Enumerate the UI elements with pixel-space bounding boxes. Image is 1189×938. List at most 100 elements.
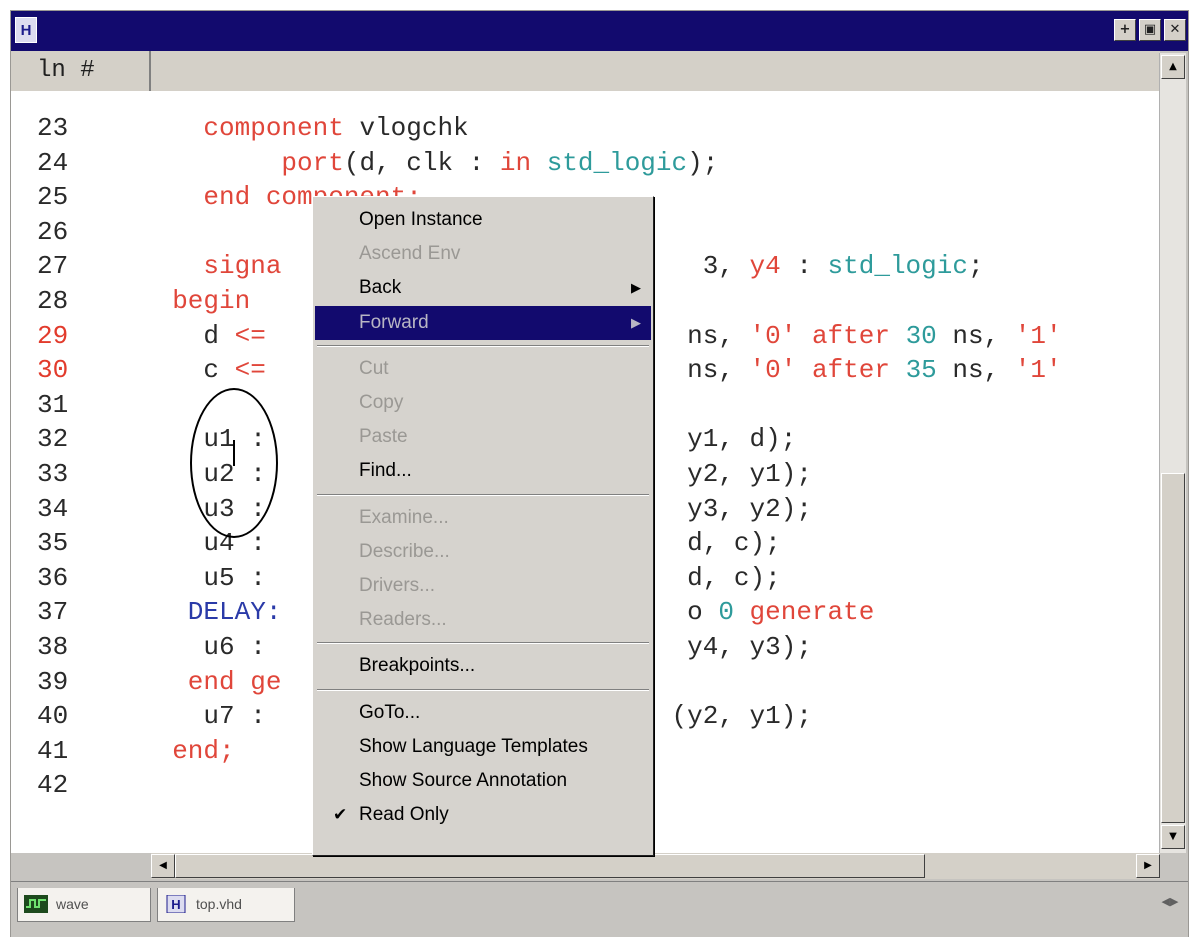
line-number: 42 (37, 770, 69, 801)
menu-separator (317, 688, 649, 691)
menu-separator (317, 642, 649, 645)
menu-item-label: Describe... (359, 540, 450, 562)
menu-item-open-instance[interactable]: Open Instance (315, 203, 651, 237)
code-token: <= (234, 355, 266, 386)
menu-item-cut[interactable]: Cut (315, 352, 651, 386)
code-token: 35 (905, 355, 937, 386)
menu-item-examine[interactable]: Examine... (315, 501, 651, 535)
code-token: end ge (141, 666, 282, 697)
line-number: 38 (37, 632, 69, 662)
code-token: begin (141, 286, 251, 316)
menu-item-label: Show Language Templates (359, 735, 588, 757)
line-number: 41 (37, 735, 69, 766)
close-button[interactable]: ✕ (1164, 19, 1186, 41)
code-token: 0 (718, 597, 734, 628)
code-token: ); (687, 147, 719, 178)
menu-item-label: Show Source Annotation (359, 770, 568, 791)
horizontal-scroll-thumb[interactable] (175, 854, 925, 878)
vertical-scrollbar[interactable]: ▲ ▼ (1159, 53, 1186, 853)
menu-item-label: Readers... (359, 609, 447, 631)
code-token: ns, (936, 355, 1015, 386)
vhdl-file-icon: H (166, 895, 186, 913)
window-tabs: wave H top.vhd ◀▶ (11, 881, 1188, 937)
menu-item-label: Copy (359, 392, 404, 413)
text-cursor (233, 440, 235, 466)
code-text: port(d, clk : in std_logic); (141, 146, 718, 180)
code-line[interactable]: 23 component vlogchk (11, 111, 1160, 145)
code-token: y4 (749, 251, 781, 282)
code-text: end; (141, 734, 234, 768)
menu-item-forward[interactable]: Forward ▶ (315, 305, 651, 340)
menu-item-label: GoTo... (359, 701, 421, 723)
code-token: after (796, 355, 906, 386)
menu-item-label: Ascend Env (359, 243, 461, 265)
code-token: 30 (905, 320, 937, 351)
menu-item-describe[interactable]: Describe... (315, 535, 651, 569)
scroll-left-button[interactable]: ◀ (151, 854, 175, 878)
line-number: 31 (37, 389, 69, 420)
code-token: ; (967, 251, 984, 282)
menu-item-read-only[interactable]: ✔ Read Only (315, 798, 651, 832)
menu-item-label: Read Only (359, 804, 449, 826)
menu-item-copy[interactable]: Copy (315, 386, 651, 420)
line-number: 37 (37, 597, 69, 628)
checkmark-icon: ✔ (333, 805, 348, 825)
menu-item-show-language-templates[interactable]: Show Language Templates (315, 730, 651, 764)
tab-top-vhd[interactable]: H top.vhd (157, 888, 295, 922)
line-number: 33 (37, 459, 69, 489)
code-token: c (141, 355, 235, 386)
code-token: '0' (749, 355, 797, 386)
line-number: 34 (37, 493, 69, 524)
menu-item-label: Cut (359, 357, 389, 379)
menu-item-label: Paste (359, 426, 408, 448)
scroll-down-button[interactable]: ▼ (1161, 825, 1185, 849)
dock-button[interactable]: ▣ (1139, 19, 1161, 41)
menu-item-drivers[interactable]: Drivers... (315, 569, 651, 603)
line-number: 40 (37, 701, 69, 732)
zoom-button[interactable]: + (1114, 19, 1136, 41)
code-token: '0' (749, 320, 797, 351)
tab-scroll-arrows[interactable]: ◀▶ (1156, 892, 1184, 912)
vertical-scroll-thumb[interactable] (1161, 473, 1185, 823)
menu-item-label: Breakpoints... (359, 655, 476, 677)
wave-icon (24, 895, 48, 913)
line-number: 30 (37, 355, 69, 386)
code-token: std_logic (546, 147, 688, 178)
context-menu: Open Instance Ascend Env Back ▶ Forward ▶ Cut C… (312, 196, 654, 856)
submenu-arrow-icon: ▶ (631, 280, 641, 296)
code-text: begin (141, 284, 250, 318)
submenu-arrow-icon: ▶ (631, 314, 641, 330)
code-token: signa (141, 251, 282, 282)
code-text: component vlogchk (141, 111, 469, 145)
menu-item-find[interactable]: Find... (315, 454, 651, 488)
code-token: '1' (1014, 320, 1062, 351)
menu-item-breakpoints[interactable]: Breakpoints... (315, 649, 651, 683)
code-line[interactable]: 24 port(d, clk : in std_logic); (11, 146, 1160, 180)
code-token: : (780, 251, 828, 282)
scroll-up-button[interactable]: ▲ (1161, 55, 1185, 79)
tab-wave[interactable]: wave (17, 888, 151, 922)
menu-item-label: Drivers... (359, 575, 435, 596)
code-token: (d, clk : (343, 147, 500, 178)
menu-item-label: Find... (359, 460, 412, 482)
line-number: 36 (37, 562, 69, 593)
title-bar[interactable]: H + ▣ ✕ (11, 11, 1188, 51)
menu-item-label: Forward (359, 311, 429, 333)
svg-text:H: H (171, 897, 180, 912)
menu-item-readers[interactable]: Readers... (315, 603, 651, 637)
menu-item-show-source-annotation[interactable]: Show Source Annotation (315, 764, 651, 798)
line-number: 23 (37, 113, 69, 143)
menu-separator (317, 344, 649, 347)
code-token: d (141, 320, 235, 351)
menu-item-paste[interactable]: Paste (315, 420, 651, 454)
horizontal-scrollbar[interactable]: ◀ ▶ (151, 853, 1160, 879)
tab-label: wave (56, 896, 89, 912)
scroll-right-button[interactable]: ▶ (1136, 854, 1160, 878)
menu-item-back[interactable]: Back ▶ (315, 271, 651, 305)
menu-item-goto[interactable]: GoTo... (315, 696, 651, 730)
window-controls: + ▣ ✕ (1114, 19, 1186, 41)
menu-item-ascend-env[interactable]: Ascend Env (315, 237, 651, 271)
code-token: port (141, 147, 344, 178)
line-number: 29 (37, 320, 69, 351)
code-token: vlogchk (359, 113, 469, 143)
